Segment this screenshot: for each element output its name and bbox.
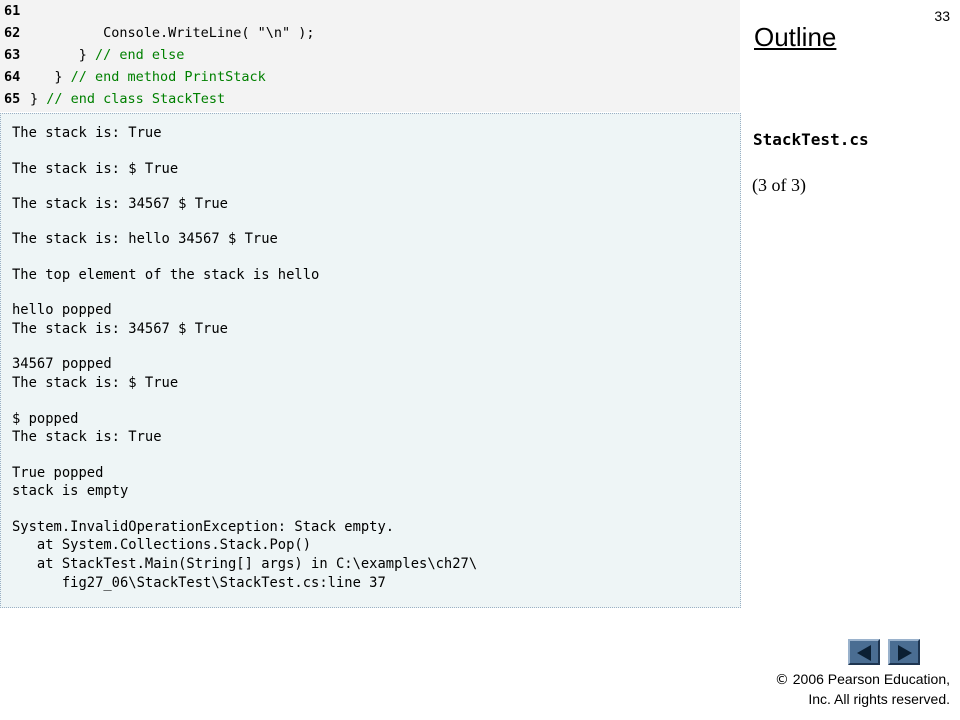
code-comment: // end method PrintStack [70, 69, 266, 85]
file-name-label: StackTest.cs [753, 130, 869, 149]
output-line: The stack is: True [12, 429, 162, 445]
output-line: The stack is: 34567 $ True [12, 196, 228, 212]
page-number: 33 [934, 8, 950, 24]
part-indicator: (3 of 3) [752, 175, 806, 195]
code-line: 62 Console.WriteLine( "\n" ); [0, 22, 740, 44]
code-comment: // end else [95, 47, 185, 63]
line-number: 63 [4, 47, 21, 63]
code-line: 63 } // end else [0, 44, 740, 66]
line-number: 62 [4, 25, 21, 41]
output-line: System.InvalidOperationException: Stack … [12, 519, 395, 535]
previous-slide-button[interactable] [848, 639, 880, 665]
output-line: hello popped [12, 302, 112, 318]
output-line: The stack is: $ True [12, 161, 179, 177]
copyright-text: 2006 Pearson Education, [788, 671, 950, 687]
copyright-notice: © 2006 Pearson Education, Inc. All right… [730, 670, 950, 709]
triangle-left-icon [857, 645, 871, 661]
code-text: } [30, 47, 96, 63]
output-line: 34567 popped [12, 356, 112, 372]
program-output: The stack is: True The stack is: $ True … [0, 113, 741, 608]
code-listing: 61 62 Console.WriteLine( "\n" ); 63 } //… [0, 0, 740, 112]
output-line: The stack is: hello 34567 $ True [12, 231, 278, 247]
copyright-symbol: © [774, 672, 789, 688]
line-number: 65 [4, 91, 21, 107]
code-text: } [30, 69, 71, 85]
next-slide-button[interactable] [888, 639, 920, 665]
output-line: The stack is: $ True [12, 375, 179, 391]
output-line: at StackTest.Main(String[] args) in C:\e… [12, 556, 478, 572]
code-line: 65} // end class StackTest [0, 88, 740, 110]
slide: 61 62 Console.WriteLine( "\n" ); 63 } //… [0, 0, 960, 720]
output-line: True popped [12, 465, 104, 481]
code-text: } [30, 91, 47, 107]
copyright-line: © 2006 Pearson Education, [730, 670, 950, 690]
output-line: The stack is: True [12, 125, 162, 141]
triangle-right-icon [898, 645, 912, 661]
output-line: stack is empty [12, 483, 129, 499]
output-line: $ popped [12, 411, 79, 427]
copyright-line: Inc. All rights reserved. [808, 691, 950, 707]
line-number: 64 [4, 69, 21, 85]
output-line: at System.Collections.Stack.Pop() [12, 537, 312, 553]
outline-link[interactable]: Outline [754, 22, 836, 53]
code-line: 61 [0, 0, 740, 22]
code-text: Console.WriteLine( "\n" ); [30, 25, 315, 41]
line-number: 61 [4, 3, 21, 19]
code-line: 64 } // end method PrintStack [0, 66, 740, 88]
output-line: fig27_06\StackTest\StackTest.cs:line 37 [12, 575, 386, 591]
code-comment: // end class StackTest [46, 91, 226, 107]
output-line: The top element of the stack is hello [12, 267, 320, 283]
output-line: The stack is: 34567 $ True [12, 321, 228, 337]
